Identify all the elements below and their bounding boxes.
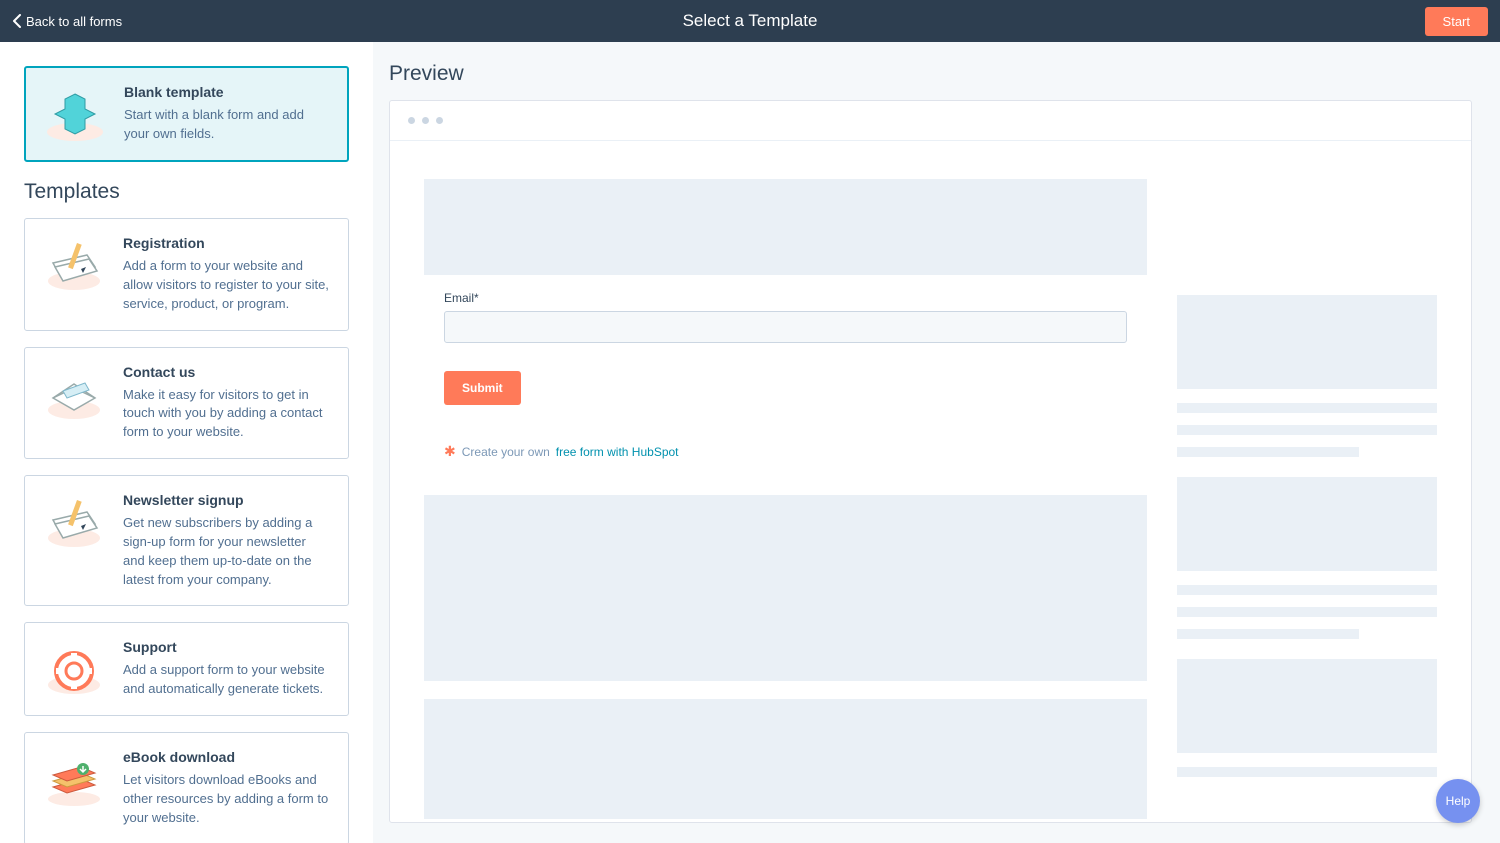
placeholder-block	[424, 699, 1147, 819]
sprocket-icon: ✱	[444, 443, 456, 460]
app-header: Back to all forms Select a Template Star…	[0, 0, 1500, 42]
newsletter-icon	[39, 492, 109, 552]
placeholder-line	[1177, 767, 1437, 777]
plus-icon	[40, 84, 110, 144]
placeholder-block	[424, 179, 1147, 275]
attr-text: Create your own	[462, 445, 550, 459]
attr-link[interactable]: free form with HubSpot	[556, 445, 679, 459]
template-card-contact[interactable]: Contact us Make it easy for visitors to …	[24, 347, 349, 460]
template-card-blank[interactable]: Blank template Start with a blank form a…	[24, 66, 349, 162]
card-desc: Make it easy for visitors to get in touc…	[123, 386, 330, 443]
books-icon	[39, 749, 109, 809]
start-button[interactable]: Start	[1425, 7, 1488, 36]
placeholder-line	[1177, 585, 1437, 595]
browser-chrome	[390, 101, 1471, 141]
card-title: Support	[123, 639, 330, 655]
card-desc: Start with a blank form and add your own…	[124, 106, 329, 144]
template-sidebar[interactable]: Blank template Start with a blank form a…	[0, 42, 373, 843]
card-title: Registration	[123, 235, 330, 251]
placeholder-line	[1177, 629, 1359, 639]
preview-frame: Email* Submit ✱ Create your own free for…	[389, 100, 1472, 823]
help-button[interactable]: Help	[1436, 779, 1480, 823]
template-card-registration[interactable]: Registration Add a form to your website …	[24, 218, 349, 331]
traffic-light-dot	[436, 117, 443, 124]
placeholder-block	[424, 495, 1147, 681]
placeholder-block	[1177, 477, 1437, 571]
card-title: Newsletter signup	[123, 492, 330, 508]
card-desc: Add a form to your website and allow vis…	[123, 257, 330, 314]
template-card-ebook[interactable]: eBook download Let visitors download eBo…	[24, 732, 349, 843]
placeholder-block	[1177, 659, 1437, 753]
template-card-newsletter[interactable]: Newsletter signup Get new subscribers by…	[24, 475, 349, 606]
back-label: Back to all forms	[26, 14, 122, 29]
envelope-icon	[39, 364, 109, 424]
preview-panel: Preview Email* Submit ✱ C	[373, 42, 1500, 843]
placeholder-line	[1177, 403, 1437, 413]
hubspot-attribution: ✱ Create your own free form with HubSpot	[444, 443, 1127, 460]
back-to-forms-link[interactable]: Back to all forms	[12, 14, 122, 29]
card-desc: Let visitors download eBooks and other r…	[123, 771, 330, 828]
submit-button[interactable]: Submit	[444, 371, 521, 405]
lifebuoy-icon	[39, 639, 109, 699]
template-card-support[interactable]: Support Add a support form to your websi…	[24, 622, 349, 716]
preview-form: Email* Submit ✱ Create your own free for…	[424, 275, 1147, 495]
card-title: Contact us	[123, 364, 330, 380]
card-title: eBook download	[123, 749, 330, 765]
page-title: Select a Template	[683, 11, 818, 31]
chevron-left-icon	[12, 14, 22, 28]
card-desc: Add a support form to your website and a…	[123, 661, 330, 699]
registration-icon	[39, 235, 109, 295]
traffic-light-dot	[408, 117, 415, 124]
templates-heading: Templates	[24, 180, 349, 204]
traffic-light-dot	[422, 117, 429, 124]
preview-viewport[interactable]: Email* Submit ✱ Create your own free for…	[390, 141, 1471, 822]
preview-heading: Preview	[389, 62, 1472, 86]
placeholder-block	[1177, 295, 1437, 389]
email-field-label: Email*	[444, 291, 1127, 305]
card-desc: Get new subscribers by adding a sign-up …	[123, 514, 330, 589]
card-title: Blank template	[124, 84, 329, 100]
placeholder-line	[1177, 425, 1437, 435]
email-input[interactable]	[444, 311, 1127, 343]
placeholder-line	[1177, 447, 1359, 457]
placeholder-line	[1177, 607, 1437, 617]
